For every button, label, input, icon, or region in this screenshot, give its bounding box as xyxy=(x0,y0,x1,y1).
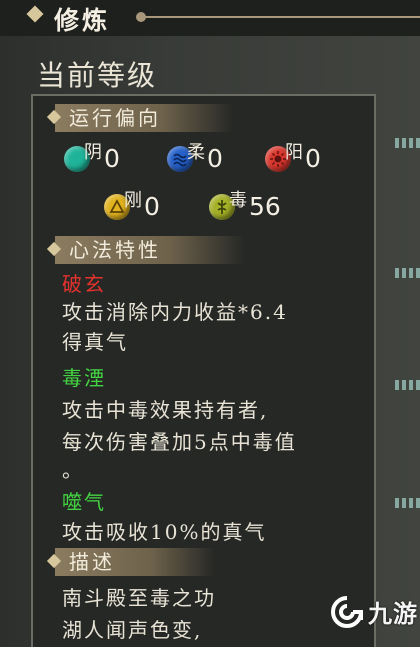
element-yin-label: 阴 xyxy=(84,141,102,163)
header-diamond-icon xyxy=(26,5,44,23)
cultivation-screen: 修炼 当前等级 运行偏向 阴 0 柔 0 阳 0 刚 0 毒 56 心法特性 破… xyxy=(0,0,420,647)
element-yang-label: 阳 xyxy=(285,141,303,163)
trait-name-shiqi: 噬气 xyxy=(62,490,106,514)
trait-description-line: 每次伤害叠加5点中毒值 xyxy=(62,430,297,454)
element-du-value: 56 xyxy=(249,192,281,221)
side-decor-mark xyxy=(395,498,420,508)
skill-detail-panel[interactable]: 运行偏向 阴 0 柔 0 阳 0 刚 0 毒 56 心法特性 破玄 攻击消除内力… xyxy=(31,94,376,647)
description-line: 南斗殿至毒之功 xyxy=(62,586,216,610)
trait-description-line: 攻击中毒效果持有者, xyxy=(62,398,269,422)
element-rou-value: 0 xyxy=(207,144,223,173)
description-line: 湖人闻声色变, xyxy=(62,618,203,642)
element-du-label: 毒 xyxy=(229,189,247,211)
element-gang: 刚 0 xyxy=(104,190,160,221)
header-title: 修炼 xyxy=(54,6,111,35)
current-level-title: 当前等级 xyxy=(37,59,158,92)
element-yang: 阳 0 xyxy=(265,142,321,173)
trait-description-line: 。 xyxy=(62,458,84,482)
element-du: 毒 56 xyxy=(209,190,281,221)
header-bar: 修炼 xyxy=(0,0,420,36)
side-decor-mark xyxy=(395,268,420,278)
traits-section-label: 心法特性 xyxy=(55,236,245,264)
trait-name-pojuan: 破玄 xyxy=(62,272,106,296)
element-gang-value: 0 xyxy=(144,192,160,221)
element-gang-label: 刚 xyxy=(124,189,142,211)
element-yang-value: 0 xyxy=(305,144,321,173)
element-rou: 柔 0 xyxy=(167,142,223,173)
element-yin: 阴 0 xyxy=(64,142,120,173)
trait-description-line: 得真气 xyxy=(62,330,128,354)
trait-name-duyan: 毒湮 xyxy=(62,366,106,390)
watermark-text: 九游 xyxy=(368,600,418,628)
trait-description-line: 攻击吸收10%的真气 xyxy=(62,520,267,544)
header-divider xyxy=(142,16,420,18)
orientation-section-label: 运行偏向 xyxy=(55,104,233,132)
element-rou-label: 柔 xyxy=(187,141,205,163)
watermark: 九游 xyxy=(330,594,418,629)
description-section-label: 描述 xyxy=(55,548,215,576)
side-decor-mark xyxy=(395,380,420,390)
side-decor-mark xyxy=(395,138,420,148)
element-yin-value: 0 xyxy=(104,144,120,173)
trait-description-line: 攻击消除内力收益*6.4 xyxy=(62,300,288,324)
watermark-logo-icon xyxy=(331,595,363,628)
